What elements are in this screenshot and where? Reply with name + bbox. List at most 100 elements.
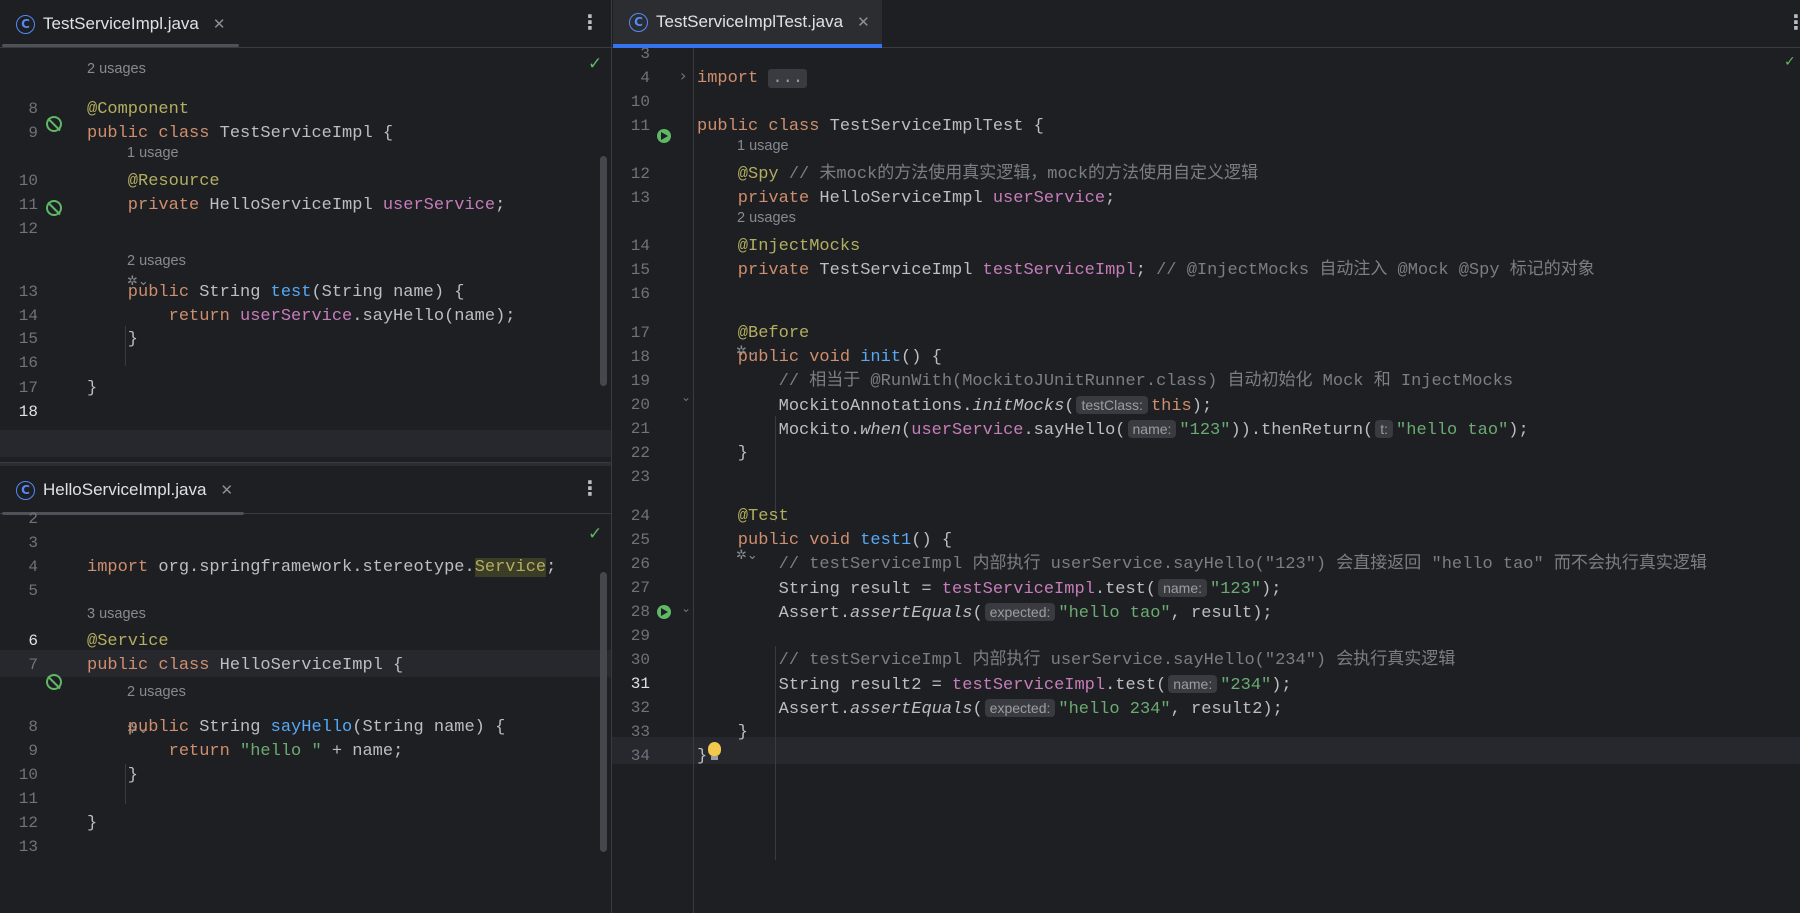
line-number[interactable]: 17 xyxy=(0,375,38,402)
run-test-icon[interactable] xyxy=(657,129,671,143)
code-line[interactable]: String result = testServiceImpl.test(nam… xyxy=(697,575,1281,602)
line-number[interactable]: 19 xyxy=(612,368,650,395)
line-number[interactable]: 17 xyxy=(612,320,650,347)
line-number[interactable]: 12 xyxy=(0,810,38,837)
spring-bean-icon[interactable] xyxy=(46,674,62,690)
code-line[interactable]: Mockito.when(userService.sayHello(name: "… xyxy=(697,416,1529,443)
line-number[interactable]: 20 xyxy=(612,392,650,419)
code-line[interactable]: public void test1() { xyxy=(697,527,952,554)
code-line[interactable]: public String test(String name) { xyxy=(87,279,465,306)
line-number[interactable]: 24 xyxy=(612,503,650,530)
code-line[interactable]: // 相当于 @RunWith(MockitoJUnitRunner.class… xyxy=(697,368,1514,395)
vertical-scrollbar[interactable] xyxy=(600,156,607,386)
editor-pane-hello-service-impl[interactable]: C HelloServiceImpl.java ✕ ⋮ ✓ ✲⌄ 2 3 4 impo… xyxy=(0,466,611,913)
tab-test-service-impl-test[interactable]: C TestServiceImplTest.java ✕ xyxy=(613,0,882,48)
code-line[interactable]: private HelloServiceImpl userService; xyxy=(87,192,505,219)
code-line[interactable]: import org.springframework.stereotype.Se… xyxy=(87,554,556,581)
line-number[interactable]: 5 xyxy=(0,578,38,605)
line-number[interactable]: 26 xyxy=(612,551,650,578)
line-number[interactable]: 13 xyxy=(612,185,650,212)
code-line[interactable]: } xyxy=(697,743,707,770)
code-line[interactable]: private HelloServiceImpl userService; xyxy=(697,185,1115,212)
usages-hint[interactable]: 1 usage xyxy=(127,145,179,161)
code-line[interactable]: public String sayHello(String name) { xyxy=(87,714,506,741)
code-line[interactable]: @Before xyxy=(697,320,809,347)
line-number[interactable]: 23 xyxy=(612,464,650,491)
tab-test-service-impl[interactable]: C TestServiceImpl.java ✕ xyxy=(16,0,237,48)
usages-hint[interactable]: 2 usages xyxy=(737,210,796,226)
inspection-ok-icon[interactable]: ✓ xyxy=(1784,54,1796,70)
code-line[interactable]: String result2 = testServiceImpl.test(na… xyxy=(697,671,1292,698)
code-line[interactable]: MockitoAnnotations.initMocks(testClass: t… xyxy=(697,392,1212,419)
code-line[interactable]: Assert.assertEquals(expected: "hello 234"… xyxy=(697,695,1283,722)
line-number[interactable]: 28 xyxy=(612,599,650,626)
usages-hint[interactable]: 2 usages xyxy=(127,684,186,700)
kebab-menu-icon[interactable]: ⋮ xyxy=(580,476,600,500)
code-line[interactable]: } xyxy=(87,375,97,402)
kebab-menu-icon[interactable]: ⋮ xyxy=(580,10,600,34)
line-number[interactable]: 8 xyxy=(0,96,38,123)
code-line[interactable]: public class TestServiceImplTest { xyxy=(697,113,1044,140)
line-number[interactable]: 13 xyxy=(0,279,38,306)
line-number[interactable]: 12 xyxy=(0,216,38,243)
code-line[interactable]: } xyxy=(87,326,138,353)
code-line[interactable]: @Component xyxy=(87,96,189,123)
code-editor[interactable]: › ⌄ ⌄ ✲⌄ ✲⌄ ✓ 3 4 import ... 10 11 public cla… xyxy=(612,45,1800,913)
line-number[interactable]: 21 xyxy=(612,416,650,443)
line-number[interactable]: 33 xyxy=(612,719,650,746)
line-number[interactable]: 18 xyxy=(0,399,38,426)
code-line[interactable]: import ... xyxy=(697,65,808,92)
usages-hint[interactable]: 1 usage xyxy=(737,138,789,154)
close-icon[interactable]: ✕ xyxy=(220,481,233,499)
line-number[interactable]: 4 xyxy=(0,554,38,581)
code-line[interactable]: @Resource xyxy=(87,168,220,195)
line-number[interactable]: 11 xyxy=(0,786,38,813)
run-test-icon[interactable] xyxy=(657,605,671,619)
line-number[interactable]: 15 xyxy=(612,257,650,284)
code-line[interactable]: return "hello " + name; xyxy=(87,738,404,765)
line-number[interactable]: 16 xyxy=(612,281,650,308)
line-number[interactable]: 9 xyxy=(0,738,38,765)
tabs-scrollbar[interactable] xyxy=(2,44,239,47)
code-line[interactable]: } xyxy=(87,762,138,789)
line-number[interactable]: 22 xyxy=(612,440,650,467)
line-number[interactable]: 13 xyxy=(0,834,38,861)
line-number[interactable]: 30 xyxy=(612,647,650,674)
fold-expanded-icon[interactable]: ⌄ xyxy=(681,390,691,404)
usages-hint[interactable]: 3 usages xyxy=(87,606,146,622)
code-line[interactable]: // testServiceImpl 内部执行 userService.sayH… xyxy=(697,551,1707,578)
line-number[interactable]: 6 xyxy=(0,628,38,655)
line-number[interactable]: 14 xyxy=(612,233,650,260)
code-line[interactable]: } xyxy=(697,719,748,746)
code-line[interactable]: @Spy // 未mock的方法使用真实逻辑，mock的方法使用自定义逻辑 xyxy=(697,161,1258,188)
spring-bean-icon[interactable] xyxy=(46,116,62,132)
line-number[interactable]: 29 xyxy=(612,623,650,650)
line-number[interactable]: 32 xyxy=(612,695,650,722)
code-line[interactable]: @Test xyxy=(697,503,789,530)
code-line[interactable]: public class HelloServiceImpl { xyxy=(87,652,403,679)
inspection-ok-icon[interactable]: ✓ xyxy=(588,54,602,74)
line-number[interactable]: 3 xyxy=(0,530,38,557)
code-line[interactable]: @InjectMocks xyxy=(697,233,860,260)
line-number[interactable]: 2 xyxy=(0,506,38,533)
code-line[interactable]: Assert.assertEquals(expected: "hello tao"… xyxy=(697,599,1273,626)
inspection-ok-icon[interactable]: ✓ xyxy=(588,524,602,544)
close-icon[interactable]: ✕ xyxy=(857,13,870,31)
code-line[interactable]: public class TestServiceImpl { xyxy=(87,120,393,147)
line-number[interactable]: 8 xyxy=(0,714,38,741)
line-number[interactable]: 11 xyxy=(612,113,650,140)
close-icon[interactable]: ✕ xyxy=(213,15,226,33)
spring-bean-icon[interactable] xyxy=(46,200,62,216)
line-number[interactable]: 16 xyxy=(0,350,38,377)
code-line[interactable]: private TestServiceImpl testServiceImpl;… xyxy=(697,257,1595,284)
code-editor[interactable]: ✓ ✲⌄ 8 @Component 9 public class TestServic… xyxy=(0,48,611,462)
code-line[interactable]: // testServiceImpl 内部执行 userService.sayH… xyxy=(697,647,1456,674)
line-number[interactable]: 10 xyxy=(612,89,650,116)
editor-pane-test-service-impl[interactable]: C TestServiceImpl.java ✕ ⋮ ✓ ✲⌄ 8 @Compon… xyxy=(0,0,611,462)
code-line[interactable]: @Service xyxy=(87,628,169,655)
code-editor[interactable]: ✓ ✲⌄ 2 3 4 import org.springframework.stere… xyxy=(0,510,611,913)
line-number[interactable]: 11 xyxy=(0,192,38,219)
code-line[interactable]: public void init() { xyxy=(697,344,942,371)
editor-pane-test-service-impl-test[interactable]: C TestServiceImplTest.java ✕ ⋮ › ⌄ ⌄ ✲⌄ … xyxy=(612,0,1800,913)
line-number[interactable]: 12 xyxy=(612,161,650,188)
